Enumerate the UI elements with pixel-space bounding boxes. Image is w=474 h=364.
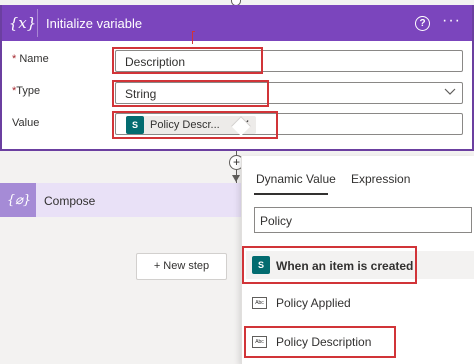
search-input-value: Policy xyxy=(260,214,293,228)
dynamic-content-panel: Dynamic Value Expression Policy S When a… xyxy=(241,156,474,364)
chevron-down-icon[interactable] xyxy=(444,85,456,97)
section-when-item-created[interactable]: S When an item is created xyxy=(246,251,474,279)
sharepoint-icon: S xyxy=(252,256,270,274)
text-type-icon: Abc xyxy=(252,336,267,348)
annotation-marker xyxy=(192,31,195,44)
name-field[interactable]: Description xyxy=(115,50,463,72)
value-label: Value xyxy=(12,117,40,129)
compose-title[interactable]: Compose xyxy=(44,194,95,208)
help-icon[interactable]: ? xyxy=(415,16,430,31)
type-dropdown-value: String xyxy=(125,87,157,101)
active-tab-indicator xyxy=(254,193,328,195)
connector-arrow-icon xyxy=(232,175,240,182)
compose-card[interactable] xyxy=(0,183,260,217)
compose-icon: {⌀} xyxy=(6,192,32,208)
name-label: * Name xyxy=(12,53,49,65)
variable-icon: {x} xyxy=(8,9,38,37)
list-item-label: Policy Description xyxy=(276,335,372,349)
sharepoint-icon: S xyxy=(126,116,144,134)
text-type-icon: Abc xyxy=(252,297,267,309)
dynamic-content-search-input[interactable]: Policy xyxy=(254,207,472,233)
more-options-icon[interactable]: ··· xyxy=(442,12,461,30)
type-dropdown[interactable]: String xyxy=(115,82,463,104)
section-title: When an item is created xyxy=(276,259,414,273)
initialize-variable-header[interactable]: {x} Initialize variable ? ··· xyxy=(2,5,472,41)
new-step-button[interactable]: + New step xyxy=(136,253,227,280)
action-title[interactable]: Initialize variable xyxy=(46,16,142,31)
name-field-value: Description xyxy=(125,55,186,69)
value-field[interactable]: S Policy Descr... ✕ xyxy=(115,113,463,135)
tab-dynamic-value[interactable]: Dynamic Value xyxy=(256,172,336,186)
tab-expression[interactable]: Expression xyxy=(351,172,410,186)
list-item-label: Policy Applied xyxy=(276,296,351,310)
type-label: *Type xyxy=(12,85,41,97)
token-label: Policy Descr... xyxy=(150,119,220,131)
